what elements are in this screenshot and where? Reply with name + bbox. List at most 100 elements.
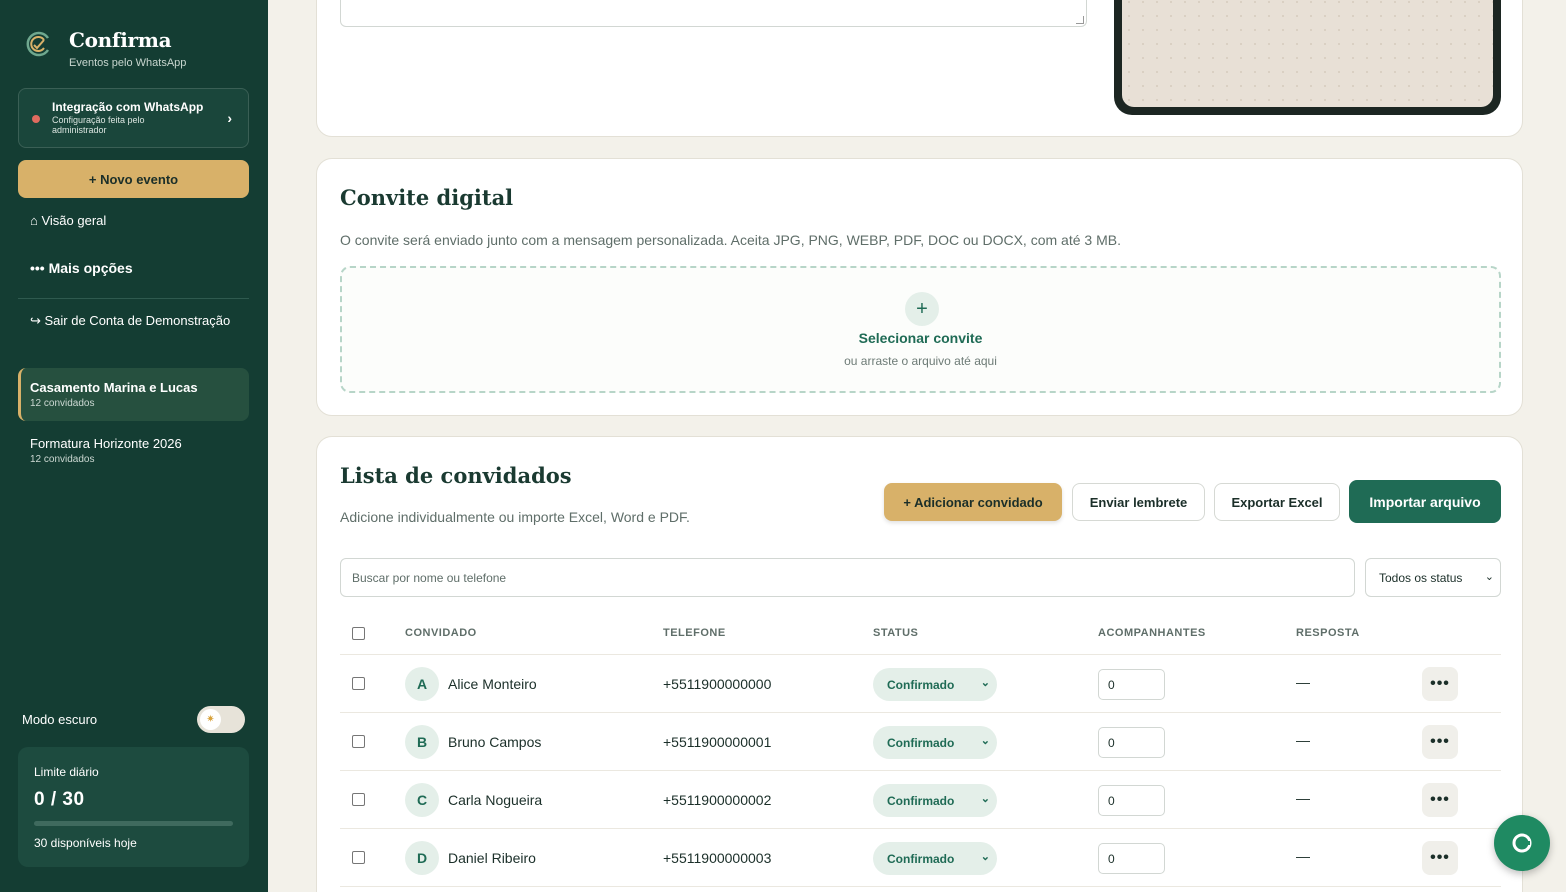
row-checkbox[interactable] <box>352 851 365 864</box>
limit-progress-bar <box>34 821 233 826</box>
status-select[interactable]: Confirmado ⌄ <box>873 668 997 701</box>
companions-input[interactable]: 0 <box>1098 727 1165 758</box>
event-item-casamento[interactable]: Casamento Marina e Lucas 12 convidados <box>18 368 249 421</box>
logo-icon <box>26 31 50 57</box>
column-status: STATUS <box>873 627 919 639</box>
more-actions-button[interactable]: ••• <box>1422 725 1458 759</box>
column-response: RESPOSTA <box>1296 627 1360 639</box>
brand-subtitle: Eventos pelo WhatsApp <box>69 57 187 69</box>
guest-phone: +5511900000001 <box>663 734 772 750</box>
select-invite-label: Selecionar convite <box>858 330 983 346</box>
status-filter-value: Todos os status <box>1379 570 1463 585</box>
sun-icon: ✷ <box>200 709 221 730</box>
column-guest: CONVIDADO <box>405 627 477 639</box>
help-chat-button[interactable] <box>1494 815 1550 871</box>
event-count: 12 convidados <box>30 454 95 465</box>
section-title: Lista de convidados <box>340 463 572 488</box>
nav-overview[interactable]: ⌂ Visão geral <box>30 213 106 228</box>
whatsapp-integration-card[interactable]: Integração com WhatsApp Configuração fei… <box>18 88 249 148</box>
column-companions: ACOMPANHANTES <box>1098 627 1206 639</box>
dark-mode-label: Modo escuro <box>22 712 98 727</box>
section-description: O convite será enviado junto com a mensa… <box>340 232 1121 248</box>
column-phone: TELEFONE <box>663 627 726 639</box>
phone-preview <box>1114 0 1501 115</box>
brand[interactable]: Confirma Eventos pelo WhatsApp <box>24 28 186 69</box>
integration-title: Integração com WhatsApp <box>52 100 204 114</box>
chevron-down-icon: ⌄ <box>980 851 990 863</box>
section-description: Adicione individualmente ou importe Exce… <box>340 509 690 525</box>
exit-demo-link[interactable]: ↪ Sair de Conta de Demonstração <box>30 313 230 329</box>
phone-screen <box>1122 0 1493 107</box>
event-item-formatura[interactable]: Formatura Horizonte 2026 12 convidados <box>18 424 249 477</box>
companions-input[interactable]: 0 <box>1098 669 1165 700</box>
status-select[interactable]: Confirmado ⌄ <box>873 842 997 875</box>
search-input[interactable]: Buscar por nome ou telefone <box>340 558 1355 597</box>
nav-more-options[interactable]: ••• Mais opções <box>30 260 133 276</box>
import-file-button[interactable]: Importar arquivo <box>1349 480 1501 523</box>
status-dot <box>32 115 40 123</box>
refresh-chat-icon <box>1512 833 1532 853</box>
guest-name: Carla Nogueira <box>448 792 543 808</box>
brand-name: Confirma <box>69 28 172 52</box>
guest-phone: +5511900000000 <box>663 676 772 692</box>
guest-name: Alice Monteiro <box>448 676 537 692</box>
chevron-down-icon: ⌄ <box>1484 571 1494 583</box>
event-count: 12 convidados <box>30 398 95 409</box>
divider <box>18 298 249 299</box>
status-select[interactable]: Confirmado ⌄ <box>873 784 997 817</box>
add-guest-button[interactable]: + Adicionar convidado <box>884 483 1062 521</box>
status-value: Confirmado <box>887 735 955 750</box>
companions-input[interactable]: 0 <box>1098 843 1165 874</box>
sidebar: Confirma Eventos pelo WhatsApp Integraçã… <box>0 0 268 892</box>
send-reminder-button[interactable]: Enviar lembrete <box>1072 483 1205 521</box>
drag-hint: ou arraste o arquivo até aqui <box>844 354 997 368</box>
row-checkbox[interactable] <box>352 677 365 690</box>
more-actions-button[interactable]: ••• <box>1422 783 1458 817</box>
chevron-down-icon: ⌄ <box>980 677 990 689</box>
table-row: B Bruno Campos +5511900000001 Confirmado… <box>340 713 1501 771</box>
status-select[interactable]: Confirmado ⌄ <box>873 726 997 759</box>
guest-list-card: Lista de convidados Adicione individualm… <box>316 436 1523 892</box>
plus-icon: + <box>905 292 939 326</box>
chevron-right-icon: › <box>227 110 232 126</box>
status-value: Confirmado <box>887 677 955 692</box>
guest-name: Bruno Campos <box>448 734 542 750</box>
event-name: Casamento Marina e Lucas <box>30 380 198 395</box>
guest-response: — <box>1296 732 1310 748</box>
guest-response: — <box>1296 848 1310 864</box>
more-actions-button[interactable]: ••• <box>1422 841 1458 875</box>
avatar: B <box>405 725 439 759</box>
status-value: Confirmado <box>887 851 955 866</box>
digital-invite-card: Convite digital O convite será enviado j… <box>316 158 1523 416</box>
status-value: Confirmado <box>887 793 955 808</box>
guest-response: — <box>1296 790 1310 806</box>
invite-dropzone[interactable]: + Selecionar convite ou arraste o arquiv… <box>340 266 1501 393</box>
more-actions-button[interactable]: ••• <box>1422 667 1458 701</box>
avatar: D <box>405 841 439 875</box>
limit-value: 0 / 30 <box>34 789 85 810</box>
select-all-checkbox[interactable] <box>352 627 365 640</box>
status-filter-select[interactable]: Todos os status ⌄ <box>1365 558 1501 597</box>
daily-limit-card: Limite diário 0 / 30 30 disponíveis hoje <box>18 747 249 867</box>
table-row: D Daniel Ribeiro +5511900000003 Confirma… <box>340 829 1501 887</box>
limit-available: 30 disponíveis hoje <box>34 836 137 850</box>
guest-name: Daniel Ribeiro <box>448 850 536 866</box>
export-excel-button[interactable]: Exportar Excel <box>1214 483 1340 521</box>
new-event-button[interactable]: + Novo evento <box>18 160 249 198</box>
avatar: C <box>405 783 439 817</box>
guest-phone: +5511900000003 <box>663 850 772 866</box>
event-name: Formatura Horizonte 2026 <box>30 436 182 451</box>
row-checkbox[interactable] <box>352 793 365 806</box>
row-checkbox[interactable] <box>352 735 365 748</box>
avatar: A <box>405 667 439 701</box>
companions-input[interactable]: 0 <box>1098 785 1165 816</box>
integration-subtitle: Configuração feita pelo administrador <box>52 115 145 135</box>
table-row: A Alice Monteiro +5511900000000 Confirma… <box>340 655 1501 713</box>
resize-grip-icon[interactable] <box>1076 16 1084 24</box>
chevron-down-icon: ⌄ <box>980 735 990 747</box>
dark-mode-toggle[interactable]: ✷ <box>197 706 245 733</box>
table-header: CONVIDADO TELEFONE STATUS ACOMPANHANTES … <box>340 613 1501 655</box>
section-title: Convite digital <box>340 185 514 210</box>
message-card <box>316 0 1523 137</box>
message-textarea[interactable] <box>340 0 1087 27</box>
